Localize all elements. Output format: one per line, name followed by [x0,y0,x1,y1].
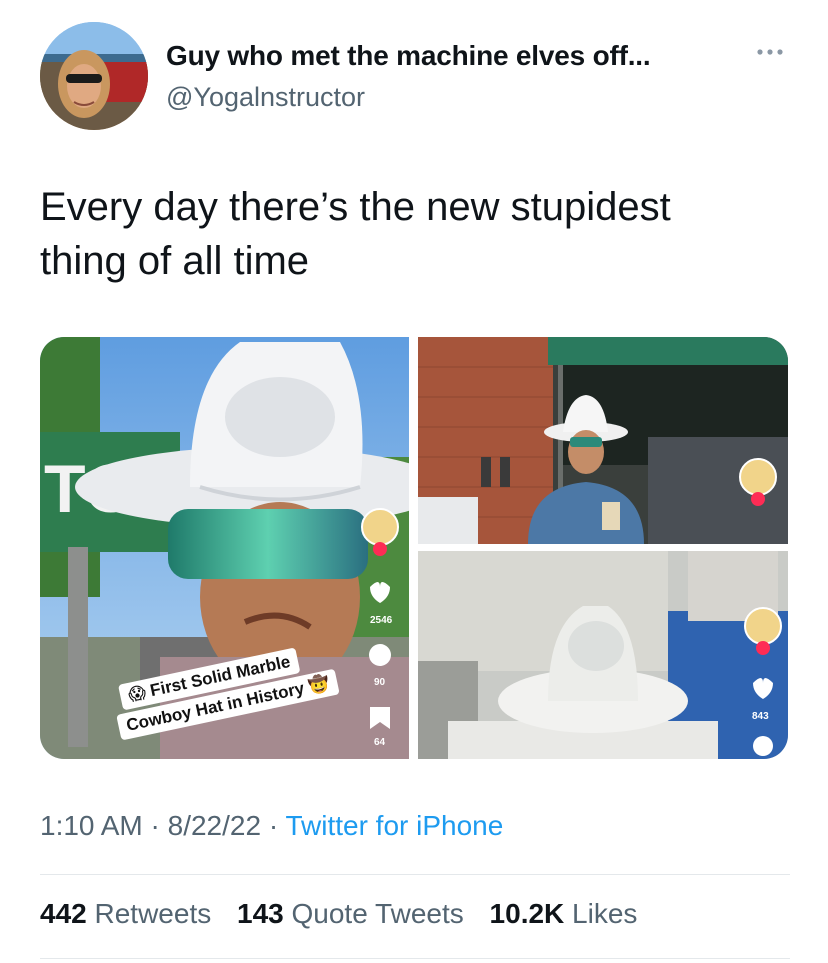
image3-likes-count: 843 [752,711,769,722]
tweet-header: Guy who met the machine elves off... @Yo… [40,22,790,132]
retweets-label: Retweets [94,898,212,929]
media-grid: TOW 2546 90 64 😱 First Solid [40,337,788,759]
likes-label: Likes [572,898,638,929]
tweet-text-line: thing of all time [40,239,310,283]
divider [40,874,790,875]
image1-comments-count: 90 [374,677,386,688]
meta-separator: · [261,810,286,841]
profile-photo [40,22,148,130]
quote-tweets-stat[interactable]: 143 Quote Tweets [237,898,464,929]
likes-stat[interactable]: 10.2K Likes [490,898,638,929]
divider [40,958,790,959]
cowboy-emoji: 🤠 [306,673,332,697]
scream-emoji: 😱 [126,682,148,705]
quote-tweets-label: Quote Tweets [291,898,464,929]
retweets-count: 442 [40,898,87,929]
tweet-stats: 442 Retweets 143 Quote Tweets 10.2K Like… [40,898,655,930]
media-image-1[interactable]: TOW 2546 90 64 😱 First Solid [40,337,409,759]
tweet-meta: 1:10 AM · 8/22/22 · Twitter for iPhone [40,810,503,842]
retweets-stat[interactable]: 442 Retweets [40,898,211,929]
likes-count: 10.2K [489,898,565,929]
tweet-time[interactable]: 1:10 AM [40,810,143,841]
ellipsis-icon[interactable] [752,42,788,62]
author-avatar[interactable] [40,22,148,130]
media-image-2[interactable] [418,337,788,544]
image1-saves-count: 64 [374,737,386,748]
media-image-3[interactable]: 843 [418,551,788,759]
image1-likes-count: 2546 [370,615,393,626]
author-handle[interactable]: @Yogalnstructor [166,82,365,113]
quote-tweets-count: 143 [237,898,284,929]
tweet-text: Every day there’s the new stupidest thin… [40,180,790,288]
author-display-name[interactable]: Guy who met the machine elves off... [166,40,651,72]
tweet-text-line: Every day there’s the new stupidest [40,185,671,229]
tweet-date[interactable]: 8/22/22 [168,810,261,841]
meta-separator: · [142,810,168,841]
tweet-source-link[interactable]: Twitter for iPhone [285,810,503,841]
